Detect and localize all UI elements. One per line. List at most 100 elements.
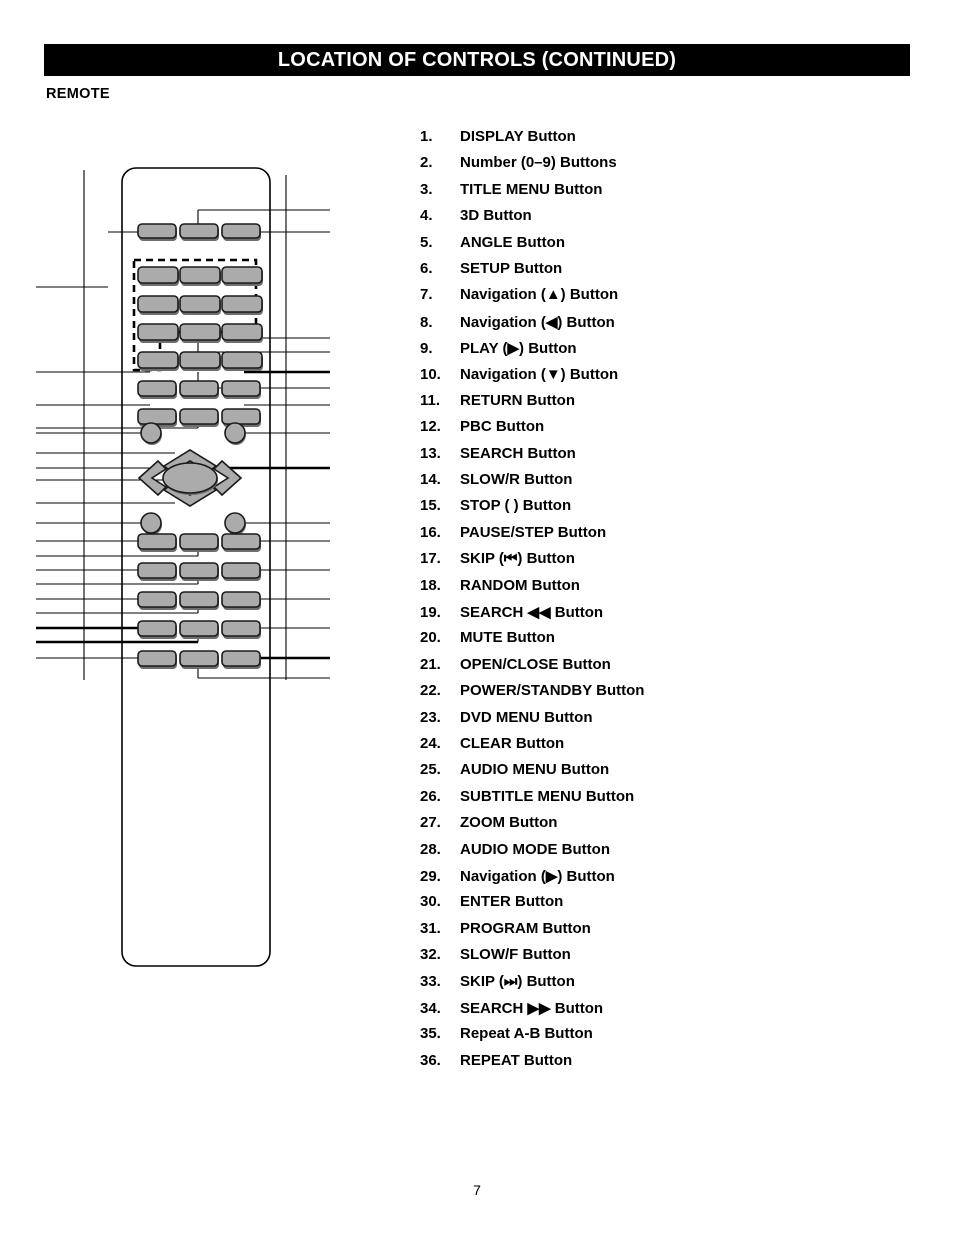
control-item-number: 29. xyxy=(420,867,441,885)
round-button-bottom-right xyxy=(224,512,246,535)
control-item-label: POWER/STANDBY Button xyxy=(460,682,645,700)
control-list-item: 18. RANDOM Button xyxy=(420,577,900,603)
control-item-number: 19. xyxy=(420,604,441,622)
control-item-label: Repeat A-B Button xyxy=(460,1025,593,1043)
control-item-number: 12. xyxy=(420,418,441,436)
control-item-number: 2. xyxy=(420,154,433,172)
dpad-left-arrow xyxy=(137,459,168,497)
remote-button xyxy=(137,562,177,581)
control-item-number: 24. xyxy=(420,734,441,752)
control-item-number: 8. xyxy=(420,313,433,331)
control-item-number: 35. xyxy=(420,1025,441,1043)
control-list-item: 8. Navigation (◀) Button xyxy=(420,313,900,339)
control-item-label: Navigation (▶) Button xyxy=(460,867,615,885)
remote-button xyxy=(137,533,177,552)
control-item-label: SKIP (⏭) Button xyxy=(460,972,575,990)
control-item-number: 7. xyxy=(420,286,433,304)
remote-button xyxy=(221,591,261,610)
remote-button xyxy=(221,408,261,427)
remote-button xyxy=(179,351,221,371)
control-item-number: 30. xyxy=(420,893,441,911)
control-list-item: 26. SUBTITLE MENU Button xyxy=(420,788,900,814)
remote-button xyxy=(137,591,177,610)
control-item-number: 34. xyxy=(420,999,441,1017)
remote-button xyxy=(221,223,261,241)
control-item-label: STOP ( ) Button xyxy=(460,497,572,515)
control-item-label: SETUP Button xyxy=(460,259,563,277)
navigation-dpad xyxy=(137,449,243,507)
control-item-number: 28. xyxy=(420,840,441,858)
remote-button xyxy=(221,295,263,315)
control-list-item: 10. Navigation (▼) Button xyxy=(420,366,900,392)
control-list-item: 12. PBC Button xyxy=(420,418,900,444)
control-item-number: 3. xyxy=(420,180,433,198)
control-item-label: PROGRAM Button xyxy=(460,919,591,937)
remote-button xyxy=(221,562,261,581)
control-item-label: Navigation (▼) Button xyxy=(460,365,619,383)
remote-button xyxy=(179,223,219,241)
remote-button xyxy=(137,323,179,343)
remote-button xyxy=(221,323,263,343)
control-item-label: PLAY (▶) Button xyxy=(460,340,577,358)
control-item-label: 3D Button xyxy=(460,207,532,225)
control-item-label: ENTER Button xyxy=(460,893,564,911)
control-item-number: 10. xyxy=(420,365,441,383)
control-list-item: 22. POWER/STANDBY Button xyxy=(420,682,900,708)
control-item-label: REPEAT Button xyxy=(460,1051,573,1069)
remote-button xyxy=(137,295,179,315)
control-list-item: 29. Navigation (▶) Button xyxy=(420,867,900,893)
control-item-number: 36. xyxy=(420,1051,441,1069)
round-button-top-right xyxy=(224,422,246,445)
page-number: 7 xyxy=(473,1182,481,1198)
remote-button xyxy=(221,266,263,286)
control-list-item: 6. SETUP Button xyxy=(420,260,900,286)
control-item-label: PAUSE/STEP Button xyxy=(460,523,607,541)
control-item-label: CLEAR Button xyxy=(460,734,565,752)
control-item-label: AUDIO MENU Button xyxy=(460,761,610,779)
control-list-item: 9. PLAY (▶) Button xyxy=(420,339,900,365)
control-item-number: 21. xyxy=(420,655,441,673)
control-item-number: 9. xyxy=(420,340,433,358)
control-list-item: 7. Navigation (▲) Button xyxy=(420,286,900,312)
control-item-label: SUBTITLE MENU Button xyxy=(460,787,635,805)
control-item-label: DVD MENU Button xyxy=(460,708,593,726)
control-item-label: SLOW/F Button xyxy=(460,946,571,964)
control-item-number: 15. xyxy=(420,497,441,515)
round-button-top-left xyxy=(140,422,162,445)
control-item-number: 1. xyxy=(420,128,433,145)
control-list-item: 34. SEARCH ▶▶ Button xyxy=(420,999,900,1025)
control-item-number: 6. xyxy=(420,259,433,277)
control-item-label: RETURN Button xyxy=(460,391,575,409)
remote-button xyxy=(137,223,177,241)
control-list-item: 17. SKIP (⏮) Button xyxy=(420,550,900,576)
control-item-label: SEARCH ◀◀ Button xyxy=(460,604,604,622)
dpad-right-arrow xyxy=(212,459,243,497)
control-item-number: 11. xyxy=(420,391,441,409)
remote-button xyxy=(179,295,221,315)
control-item-number: 17. xyxy=(420,550,441,568)
control-list-item: 31. PROGRAM Button xyxy=(420,920,900,946)
control-item-label: SKIP (⏮) Button xyxy=(460,550,575,568)
remote-button xyxy=(179,266,221,286)
control-item-number: 13. xyxy=(420,444,441,462)
control-item-label: RANDOM Button xyxy=(460,576,580,594)
control-list-item: 19. SEARCH ◀◀ Button xyxy=(420,603,900,629)
control-item-number: 18. xyxy=(420,576,441,594)
control-list-item: 5. ANGLE Button xyxy=(420,234,900,260)
remote-button xyxy=(179,408,219,427)
remote-button xyxy=(221,620,261,639)
control-item-number: 14. xyxy=(420,471,441,489)
control-item-label: AUDIO MODE Button xyxy=(460,840,610,858)
control-list-item: 14. SLOW/R Button xyxy=(420,471,900,497)
remote-button xyxy=(179,380,219,399)
control-item-number: 20. xyxy=(420,629,441,647)
control-list-item: 3. TITLE MENU Button xyxy=(420,181,900,207)
control-list-item: 1. DISPLAY Button xyxy=(420,128,900,154)
control-list-item: 4. 3D Button xyxy=(420,207,900,233)
control-list-item: 35. Repeat A-B Button xyxy=(420,1025,900,1051)
remote-number-buttons xyxy=(137,266,263,371)
control-item-label: SEARCH ▶▶ Button xyxy=(460,999,604,1017)
control-list-item: 36. REPEAT Button xyxy=(420,1052,900,1078)
dpad-enter-center xyxy=(162,462,218,495)
control-list-item: 30. ENTER Button xyxy=(420,893,900,919)
